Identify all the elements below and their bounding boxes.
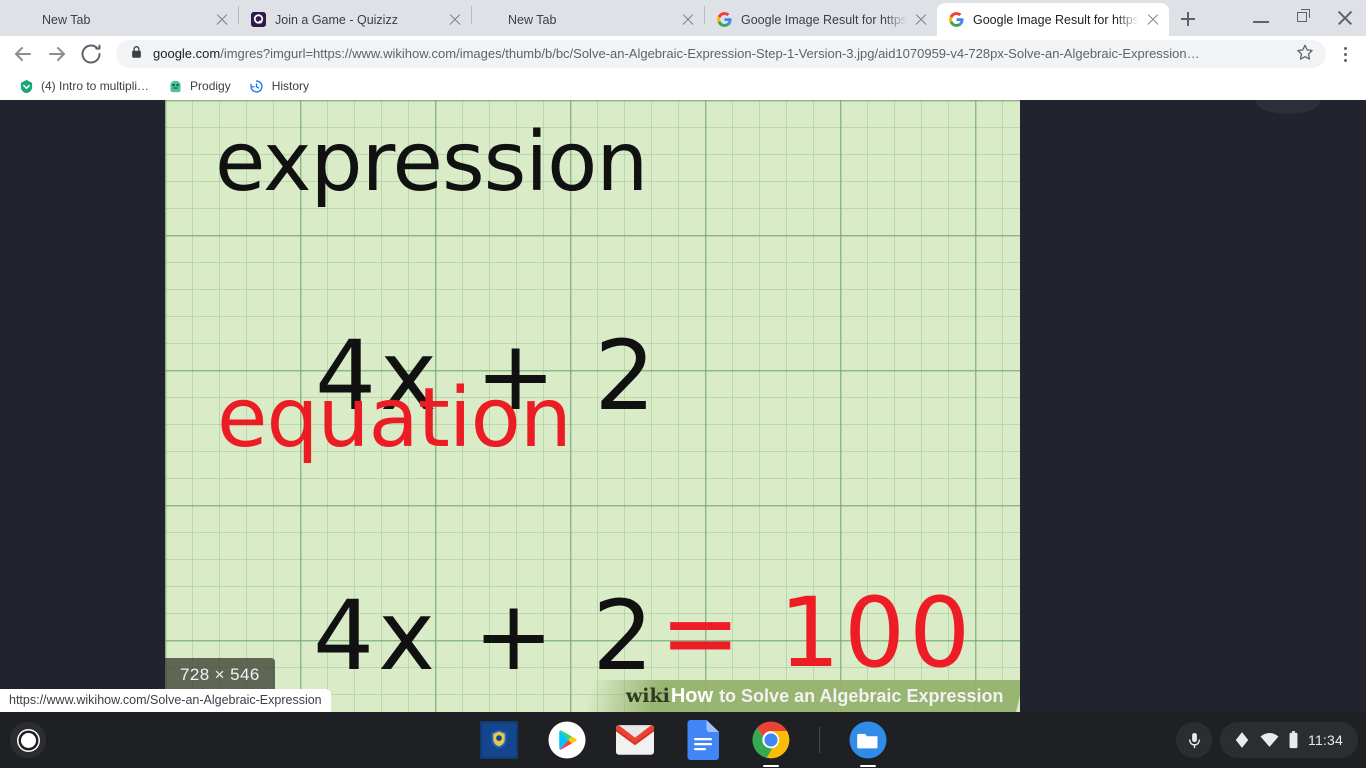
browser-tab-5-active[interactable]: Google Image Result for https:// xyxy=(937,3,1169,36)
tab-close-icon[interactable] xyxy=(1145,12,1161,28)
google-docs-icon[interactable] xyxy=(683,720,723,760)
browser-tab-1[interactable]: New Tab xyxy=(6,3,238,36)
gmail-icon[interactable] xyxy=(615,720,655,760)
watermark-title-text: to Solve an Algebraic Expression xyxy=(719,685,1004,706)
wikihow-watermark: wiki How to Solve an Algebraic Expressio… xyxy=(584,680,1020,712)
prodigy-icon xyxy=(167,78,183,94)
quizizz-icon xyxy=(250,12,266,28)
handwritten-word-expression: expression xyxy=(215,115,648,210)
result-image[interactable]: expression 4x + 2 equation 4x + 2 = 100 … xyxy=(165,100,1020,712)
tab-close-icon[interactable] xyxy=(680,12,696,28)
back-arrow-icon[interactable] xyxy=(8,39,38,69)
tab-close-icon[interactable] xyxy=(913,12,929,28)
green-shield-icon xyxy=(18,78,34,94)
browser-toolbar: google.com/imgres?imgurl=https://www.wik… xyxy=(0,36,1366,72)
tab-favicon-blank xyxy=(483,12,499,28)
url-domain: google.com xyxy=(153,46,221,61)
bookmark-label: History xyxy=(271,79,310,93)
browser-tab-4[interactable]: Google Image Result for https:// xyxy=(705,3,937,36)
window-controls xyxy=(1240,0,1366,36)
bookmark-prodigy[interactable]: Prodigy xyxy=(159,75,239,97)
new-tab-button[interactable] xyxy=(1174,5,1202,33)
running-indicator xyxy=(859,764,876,767)
address-bar[interactable]: google.com/imgres?imgurl=https://www.wik… xyxy=(116,40,1326,68)
handwritten-equation-left: 4x + 2 xyxy=(313,580,658,692)
browser-tab-2[interactable]: Join a Game - Quizizz xyxy=(239,3,471,36)
tab-title: New Tab xyxy=(508,12,557,27)
browser-tab-3[interactable]: New Tab xyxy=(472,3,704,36)
reload-icon[interactable] xyxy=(76,39,106,69)
url-path: /imgres?imgurl=https://www.wikihow.com/i… xyxy=(220,46,1200,61)
bookmark-intro-to-multiplication[interactable]: (4) Intro to multipli… xyxy=(10,75,157,97)
bookmark-label: (4) Intro to multipli… xyxy=(41,79,150,93)
browser-window: New Tab Join a Game - Quizizz New Tab Go… xyxy=(0,0,1366,712)
restore-icon[interactable] xyxy=(1282,0,1324,36)
google-icon xyxy=(716,12,732,28)
running-indicator xyxy=(762,764,779,767)
shelf-divider xyxy=(818,727,820,753)
bookmark-label: Prodigy xyxy=(190,79,231,93)
image-result-viewer: expression 4x + 2 equation 4x + 2 = 100 … xyxy=(0,100,1366,712)
tab-close-icon[interactable] xyxy=(447,12,463,28)
files-icon[interactable] xyxy=(848,720,888,767)
tab-title: Google Image Result for https:// xyxy=(973,12,1139,27)
wifi-icon xyxy=(1260,732,1279,748)
minimize-icon[interactable] xyxy=(1240,0,1282,36)
chrome-icon[interactable] xyxy=(751,720,791,767)
address-bar-text: google.com/imgres?imgurl=https://www.wik… xyxy=(153,40,1288,68)
tab-strip: New Tab Join a Game - Quizizz New Tab Go… xyxy=(0,0,1366,36)
handwritten-word-equation: equation xyxy=(217,371,572,466)
status-bar-url: https://www.wikihow.com/Solve-an-Algebra… xyxy=(0,689,331,712)
shelf-app-list xyxy=(0,712,1366,768)
stylus-pen-icon xyxy=(1234,731,1250,749)
bookmarks-bar: (4) Intro to multipli… Prodigy History xyxy=(0,72,1366,100)
tab-favicon-blank xyxy=(17,12,33,28)
star-icon[interactable] xyxy=(1296,43,1316,66)
watermark-wiki-text: wiki xyxy=(626,684,671,707)
google-icon xyxy=(948,12,964,28)
shield-app-icon[interactable] xyxy=(479,720,519,760)
watermark-how-text: How xyxy=(671,684,714,707)
status-area[interactable]: 11:34 xyxy=(1220,722,1358,758)
bookmark-history[interactable]: History xyxy=(241,75,317,97)
play-store-icon[interactable] xyxy=(547,720,587,760)
forward-arrow-icon[interactable] xyxy=(42,39,72,69)
clock[interactable]: 11:34 xyxy=(1308,732,1343,748)
lock-icon xyxy=(130,45,144,64)
three-dot-menu-icon[interactable] xyxy=(1332,39,1358,69)
tab-title: Google Image Result for https:// xyxy=(741,12,907,27)
tab-title: Join a Game - Quizizz xyxy=(275,12,398,27)
handwritten-equation-right: = 100 xyxy=(660,577,975,689)
image-dimensions-badge: 728 × 546 xyxy=(165,658,275,693)
tab-title: New Tab xyxy=(42,12,91,27)
close-icon[interactable] xyxy=(1324,0,1366,36)
microphone-icon[interactable] xyxy=(1176,722,1212,758)
history-clock-icon xyxy=(249,78,265,94)
tab-close-icon[interactable] xyxy=(214,12,230,28)
chromeos-shelf: 11:34 xyxy=(0,712,1366,768)
battery-icon xyxy=(1289,731,1298,749)
system-tray: 11:34 xyxy=(1176,712,1358,768)
